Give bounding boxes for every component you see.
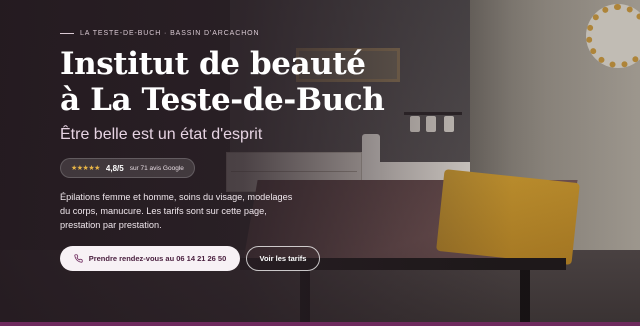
star-rating-icon: ★★★★★ — [71, 165, 100, 172]
hero-section: LA TESTE-DE-BUCH · BASSIN D'ARCACHON Ins… — [0, 0, 640, 326]
description-line: prestation par prestation. — [60, 220, 162, 230]
title-line-1: Institut de beauté — [60, 46, 366, 82]
eyebrow: LA TESTE-DE-BUCH · BASSIN D'ARCACHON — [60, 30, 259, 37]
google-rating-badge[interactable]: ★★★★★ 4,8/5 sur 71 avis Google — [60, 158, 195, 178]
view-prices-label: Voir les tarifs — [259, 254, 307, 263]
rating-reviews: sur 71 avis Google — [129, 164, 184, 172]
rating-score: 4,8/5 — [105, 163, 124, 173]
subtitle: Être belle est un état d'esprit — [60, 126, 263, 143]
eyebrow-line — [60, 33, 74, 34]
description-line: Épilations femme et homme, soins du visa… — [60, 192, 293, 202]
accent-bar — [0, 322, 640, 326]
description-line: du corps, manucure. Les tarifs sont sur … — [60, 206, 267, 216]
view-prices-button[interactable]: Voir les tarifs — [246, 246, 320, 271]
page-title: Institut de beauté à La Teste-de-Buch — [60, 46, 385, 118]
hero-description: Épilations femme et homme, soins du visa… — [60, 190, 360, 232]
phone-icon — [74, 254, 83, 263]
book-appointment-label: Prendre rendez-vous au 06 14 21 26 50 — [88, 254, 227, 263]
book-appointment-button[interactable]: Prendre rendez-vous au 06 14 21 26 50 — [60, 246, 240, 271]
title-line-2: à La Teste-de-Buch — [60, 82, 385, 118]
eyebrow-text: LA TESTE-DE-BUCH · BASSIN D'ARCACHON — [80, 30, 260, 37]
